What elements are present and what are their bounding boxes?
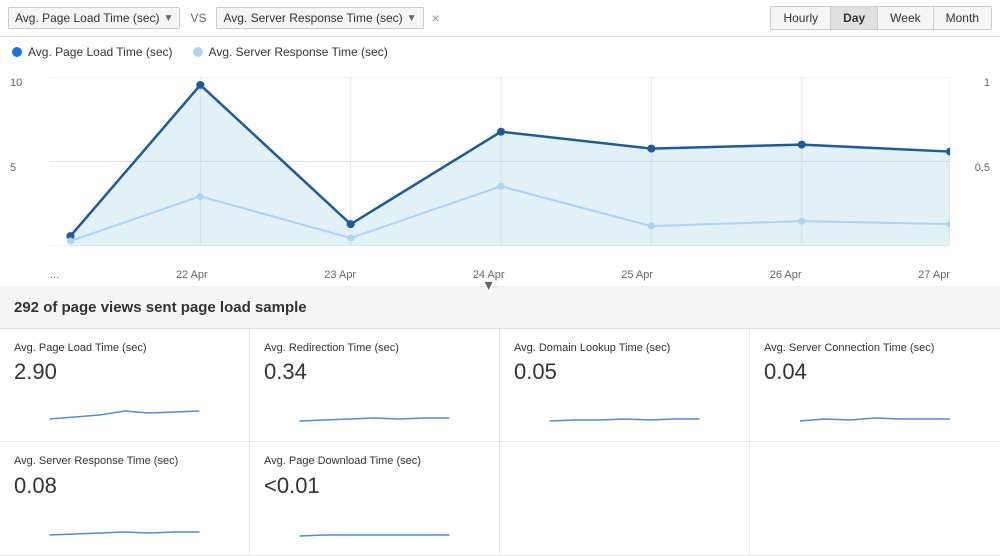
x-label-24apr: 24 Apr ▾	[473, 269, 505, 281]
metric-value-1: 0.34	[264, 359, 485, 385]
x-label-25apr: 25 Apr	[621, 269, 653, 281]
metric-card-serverresponse: Avg. Server Response Time (sec) 0.08	[0, 442, 250, 555]
day-button[interactable]: Day	[831, 7, 878, 29]
metric-value-2: 0.05	[514, 359, 735, 385]
metric-card-domainlookup: Avg. Domain Lookup Time (sec) 0.05	[500, 329, 750, 442]
mini-chart-pagedownload	[264, 505, 485, 540]
y-axis-left: 10 5	[10, 77, 22, 246]
metric-title-2: Avg. Domain Lookup Time (sec)	[514, 341, 735, 355]
sr-point-23apr	[347, 235, 354, 242]
legend-label-serverresponse: Avg. Server Response Time (sec)	[209, 45, 388, 59]
metric-title-4: Avg. Server Response Time (sec)	[14, 454, 235, 468]
toolbar: Avg. Page Load Time (sec) ▼ VS Avg. Serv…	[0, 0, 1000, 37]
metric2-selector[interactable]: Avg. Server Response Time (sec) ▼	[216, 7, 423, 29]
metric-card-empty1	[500, 442, 750, 555]
x-axis-dropdown-arrow[interactable]: ▾	[485, 275, 493, 295]
chart-legend: Avg. Page Load Time (sec) Avg. Server Re…	[0, 37, 1000, 67]
metric-value-0: 2.90	[14, 359, 235, 385]
metrics-grid: Avg. Page Load Time (sec) 2.90 Avg. Redi…	[0, 329, 1000, 442]
metric-title-3: Avg. Server Connection Time (sec)	[764, 341, 986, 355]
y-left-mid: 5	[10, 162, 22, 174]
x-axis: ... 22 Apr 23 Apr 24 Apr ▾ 25 Apr 26 Apr…	[50, 269, 950, 281]
point-23apr	[347, 220, 355, 228]
mini-chart-serverresponse	[14, 505, 235, 540]
time-period-selector: Hourly Day Week Month	[770, 6, 992, 30]
y-right-mid: 0.5	[975, 162, 990, 174]
legend-item-pageload: Avg. Page Load Time (sec)	[12, 45, 173, 59]
summary-text: 292 of page views sent page load sample	[14, 299, 307, 316]
metric-title-0: Avg. Page Load Time (sec)	[14, 341, 235, 355]
metric-card-serverconnection: Avg. Server Connection Time (sec) 0.04	[750, 329, 1000, 442]
hourly-button[interactable]: Hourly	[771, 7, 831, 29]
legend-dot-serverresponse	[193, 47, 203, 57]
metric-card-pageload: Avg. Page Load Time (sec) 2.90	[0, 329, 250, 442]
mini-chart-pageload	[14, 391, 235, 426]
mini-chart-serverconnection	[764, 391, 986, 426]
metric1-selector[interactable]: Avg. Page Load Time (sec) ▼	[8, 7, 180, 29]
week-button[interactable]: Week	[878, 7, 933, 29]
point-22apr	[196, 81, 204, 89]
metric2-label: Avg. Server Response Time (sec)	[223, 11, 402, 25]
metric-title-1: Avg. Redirection Time (sec)	[264, 341, 485, 355]
y-left-top: 10	[10, 77, 22, 89]
metric2-chevron: ▼	[407, 13, 417, 24]
metric1-chevron: ▼	[164, 13, 174, 24]
sr-point-start	[67, 238, 74, 245]
close-metric2-button[interactable]: ×	[430, 10, 442, 26]
metric-title-5: Avg. Page Download Time (sec)	[264, 454, 485, 468]
metric-value-5: <0.01	[264, 473, 485, 499]
chart-svg-container	[50, 77, 950, 246]
sr-point-24apr	[497, 183, 504, 190]
summary-bar: 292 of page views sent page load sample	[0, 287, 1000, 329]
point-24apr	[497, 128, 505, 136]
y-axis-right: 1 0.5	[975, 77, 990, 246]
metric1-label: Avg. Page Load Time (sec)	[15, 11, 160, 25]
mini-chart-redirection	[264, 391, 485, 426]
metric-card-pagedownload: Avg. Page Download Time (sec) <0.01	[250, 442, 500, 555]
sr-point-26apr	[798, 218, 805, 225]
bottom-metrics: Avg. Server Response Time (sec) 0.08 Avg…	[0, 442, 1000, 555]
sr-point-22apr	[197, 193, 204, 200]
legend-item-serverresponse: Avg. Server Response Time (sec)	[193, 45, 388, 59]
sr-point-25apr	[648, 223, 655, 230]
main-chart: 10 5 1 0.5	[0, 67, 1000, 287]
chart-svg	[50, 77, 950, 246]
vs-label: VS	[186, 11, 210, 25]
x-label-26apr: 26 Apr	[770, 269, 802, 281]
metric-card-empty2	[750, 442, 1000, 555]
point-25apr	[647, 145, 655, 153]
x-label-start: ...	[50, 269, 59, 281]
legend-dot-pageload	[12, 47, 22, 57]
metric-value-3: 0.04	[764, 359, 986, 385]
metric-value-4: 0.08	[14, 473, 235, 499]
x-label-27apr: 27 Apr	[918, 269, 950, 281]
point-26apr	[798, 141, 806, 149]
month-button[interactable]: Month	[934, 7, 991, 29]
metric-card-redirection: Avg. Redirection Time (sec) 0.34	[250, 329, 500, 442]
y-right-top: 1	[975, 77, 990, 89]
legend-label-pageload: Avg. Page Load Time (sec)	[28, 45, 173, 59]
x-label-23apr: 23 Apr	[324, 269, 356, 281]
mini-chart-domainlookup	[514, 391, 735, 426]
x-label-22apr: 22 Apr	[176, 269, 208, 281]
